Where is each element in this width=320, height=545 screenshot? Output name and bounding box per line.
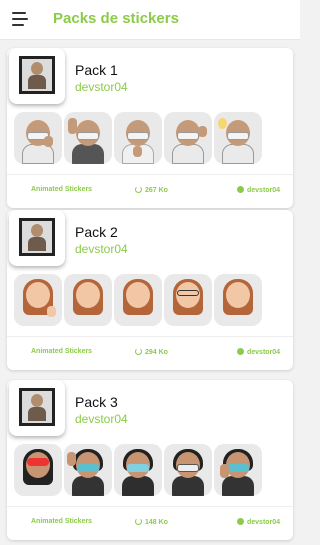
sticker-thumbnail[interactable] — [14, 112, 62, 164]
sticker-thumbnail[interactable] — [64, 112, 112, 164]
pack-card-3[interactable]: Pack 3 devstor04 Animated Stickers 148 K… — [7, 380, 293, 540]
pack-title: Pack 1 — [75, 62, 118, 78]
pack-card-1[interactable]: Pack 1 devstor04 Animated Stickers 267 K… — [7, 48, 293, 208]
pack-size: 294 Ko — [135, 348, 168, 356]
sticker-thumbnail[interactable] — [164, 112, 212, 164]
pack-author-footer: devstor04 — [237, 186, 280, 194]
user-icon — [237, 186, 244, 193]
pack-author-footer: devstor04 — [237, 348, 280, 356]
pack-type-label: Animated Stickers — [31, 186, 93, 193]
pack-author-footer: devstor04 — [237, 518, 280, 526]
user-icon — [237, 348, 244, 355]
sticker-thumbnail[interactable] — [214, 444, 262, 496]
pack-type-label: Animated Stickers — [31, 348, 93, 355]
pack-type-label: Animated Stickers — [31, 518, 93, 525]
pack-card-2[interactable]: Pack 2 devstor04 Animated Stickers 294 K… — [7, 210, 293, 370]
app-bar: Packs de stickers — [0, 0, 300, 40]
pack-title: Pack 2 — [75, 224, 118, 240]
sticker-thumbnail[interactable] — [164, 444, 212, 496]
pack-author: devstor04 — [75, 412, 128, 426]
pack-tray-icon — [9, 380, 65, 436]
size-ring-icon — [135, 348, 142, 355]
pack-tray-icon — [9, 48, 65, 104]
pack-size: 148 Ko — [135, 518, 168, 526]
pack-size: 267 Ko — [135, 186, 168, 194]
sticker-thumbnail[interactable] — [14, 274, 62, 326]
sticker-thumbnail[interactable] — [214, 112, 262, 164]
pack-tray-icon — [9, 210, 65, 266]
sticker-thumbnail[interactable] — [14, 444, 62, 496]
sticker-thumbnail[interactable] — [64, 274, 112, 326]
hamburger-menu-icon[interactable] — [12, 12, 28, 26]
size-ring-icon — [135, 186, 142, 193]
sticker-thumbnail[interactable] — [114, 112, 162, 164]
page-title: Packs de stickers — [53, 10, 179, 27]
pack-author: devstor04 — [75, 80, 128, 94]
user-icon — [237, 518, 244, 525]
sticker-thumbnail[interactable] — [164, 274, 212, 326]
pack-title: Pack 3 — [75, 394, 118, 410]
sticker-thumbnail[interactable] — [214, 274, 262, 326]
sticker-thumbnail[interactable] — [64, 444, 112, 496]
sticker-thumbnail[interactable] — [114, 444, 162, 496]
size-ring-icon — [135, 518, 142, 525]
sticker-thumbnail[interactable] — [114, 274, 162, 326]
pack-author: devstor04 — [75, 242, 128, 256]
